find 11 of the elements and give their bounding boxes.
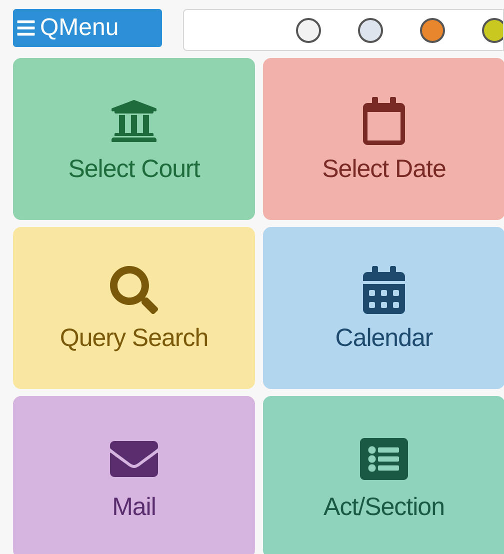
menu-button[interactable]: QMenu xyxy=(13,9,162,47)
search-icon xyxy=(110,266,158,314)
menu-tile[interactable]: Select Court xyxy=(13,58,255,220)
menu-tile[interactable]: Query Search xyxy=(13,227,255,389)
calendar-icon xyxy=(360,96,408,144)
menu-tile[interactable]: Select Date xyxy=(263,58,504,220)
menu-tile[interactable]: Mail xyxy=(13,396,255,554)
menu-tile[interactable]: Act/Section xyxy=(263,396,504,554)
calendar-grid-icon xyxy=(360,266,408,314)
menu-tile[interactable]: Calendar xyxy=(263,227,504,389)
menu-icon xyxy=(16,18,36,38)
